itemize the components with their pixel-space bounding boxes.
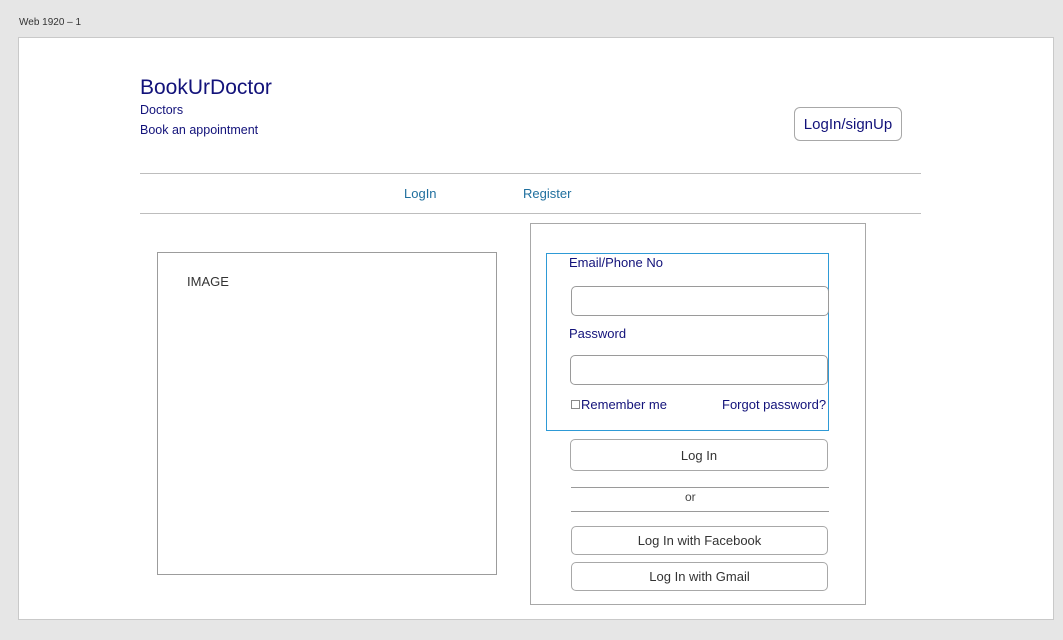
login-button[interactable]: Log In	[570, 439, 828, 471]
or-text: or	[685, 490, 696, 504]
nav-link-doctors[interactable]: Doctors	[140, 100, 272, 120]
or-divider-bottom	[571, 511, 829, 512]
remember-me-checkbox[interactable]	[571, 400, 580, 409]
image-placeholder: IMAGE	[157, 252, 497, 575]
password-label: Password	[569, 326, 627, 341]
login-form-panel: Email/Phone No Password Remember me Forg…	[530, 223, 866, 605]
bottom-divider	[140, 213, 921, 214]
brand-block: BookUrDoctor Doctors Book an appointment	[140, 76, 272, 140]
top-divider	[140, 173, 921, 174]
tab-register[interactable]: Register	[523, 186, 571, 201]
forgot-password-link[interactable]: Forgot password?	[722, 397, 826, 412]
nav-link-book-appointment[interactable]: Book an appointment	[140, 120, 272, 140]
or-divider-top	[571, 487, 829, 488]
password-field[interactable]	[570, 355, 828, 385]
login-signup-button[interactable]: LogIn/signUp	[794, 107, 902, 141]
email-field[interactable]	[571, 286, 829, 316]
email-label: Email/Phone No	[569, 255, 663, 270]
artboard: BookUrDoctor Doctors Book an appointment…	[18, 37, 1054, 620]
artboard-label: Web 1920 – 1	[19, 17, 82, 28]
gmail-login-button[interactable]: Log In with Gmail	[571, 562, 828, 591]
image-placeholder-label: IMAGE	[187, 274, 229, 289]
facebook-login-button[interactable]: Log In with Facebook	[571, 526, 828, 555]
brand-title[interactable]: BookUrDoctor	[140, 76, 272, 100]
tab-login[interactable]: LogIn	[404, 186, 437, 201]
remember-me-label[interactable]: Remember me	[581, 397, 667, 412]
